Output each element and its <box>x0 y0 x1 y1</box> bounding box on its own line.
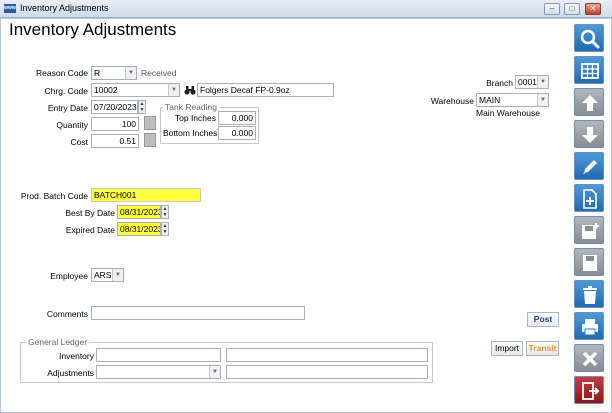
previous-record-button[interactable] <box>574 88 604 116</box>
prod-batch-code-label: Prod. Batch Code <box>20 191 88 201</box>
cancel-button[interactable] <box>574 344 604 372</box>
gl-inventory-description <box>226 348 428 362</box>
best-by-date-spinner[interactable]: ▲ ▼ <box>161 205 169 219</box>
print-icon <box>582 319 598 336</box>
page-title: Inventory Adjustments <box>9 20 177 39</box>
save-new-button[interactable] <box>574 216 604 244</box>
reason-code-description: Received <box>141 68 177 78</box>
transit-button[interactable]: Transit <box>526 341 559 356</box>
bottom-inches-input[interactable]: 0.000 <box>218 126 256 140</box>
print-button[interactable] <box>574 312 604 340</box>
reason-code-value: R <box>94 68 101 78</box>
chevron-down-icon[interactable]: ▼ <box>112 269 123 281</box>
quantity-input[interactable]: 100 <box>91 117 139 131</box>
comments-label: Comments <box>46 309 88 319</box>
arrow-down-icon <box>582 127 598 143</box>
warehouse-label: Warehouse <box>430 96 474 106</box>
new-record-button[interactable] <box>574 184 604 212</box>
tank-reading-label: Tank Reading <box>163 102 219 112</box>
expired-date-input[interactable]: 08/31/2023 <box>117 222 161 236</box>
chevron-down-icon[interactable]: ▼ <box>168 84 179 96</box>
best-by-date-label: Best By Date <box>65 208 115 218</box>
entry-date-label: Entry Date <box>47 103 88 113</box>
binoculars-icon[interactable] <box>184 84 196 96</box>
edit-button[interactable] <box>574 152 604 180</box>
search-icon <box>580 29 600 49</box>
employee-value: ARS <box>94 270 112 280</box>
grid-view-button[interactable] <box>574 56 604 84</box>
save-new-icon <box>582 223 599 239</box>
employee-label: Employee <box>50 271 88 281</box>
save-icon <box>583 255 597 271</box>
expired-date-label: Expired Date <box>65 225 115 235</box>
entry-date-spinner[interactable]: ▲ ▼ <box>138 100 146 114</box>
cancel-icon <box>582 351 598 367</box>
exit-icon <box>582 382 600 400</box>
app-logo-icon: www <box>4 4 16 13</box>
warehouse-description: Main Warehouse <box>476 108 540 118</box>
branch-label: Branch <box>486 78 513 88</box>
gl-adjustments-label: Adjustments <box>47 368 94 378</box>
gl-inventory-label: Inventory <box>59 351 94 361</box>
window-title: Inventory Adjustments <box>20 3 109 13</box>
expired-date-spinner[interactable]: ▲ ▼ <box>161 222 169 236</box>
grid-icon <box>581 63 599 79</box>
comments-input[interactable] <box>91 306 305 320</box>
chevron-down-icon[interactable]: ▼ <box>537 76 548 88</box>
minimize-button[interactable]: – <box>544 3 560 15</box>
import-button[interactable]: Import <box>491 341 523 356</box>
top-inches-label: Top Inches <box>174 113 216 123</box>
chrg-code-select[interactable]: 10002 <box>91 83 180 97</box>
gl-adjustments-account-select[interactable] <box>96 365 221 379</box>
delete-button[interactable] <box>574 280 604 308</box>
exit-button[interactable] <box>574 376 604 404</box>
best-by-date-input[interactable]: 08/31/2023 <box>117 205 161 219</box>
gl-adjustments-description <box>226 365 428 379</box>
cost-calculator-button[interactable] <box>144 133 156 147</box>
close-window-button[interactable]: ✕ <box>585 3 601 15</box>
gl-inventory-account-input[interactable] <box>96 348 221 362</box>
save-button[interactable] <box>574 248 604 276</box>
maximize-button[interactable]: □ <box>564 3 580 15</box>
search-button[interactable] <box>574 24 604 52</box>
chevron-down-icon[interactable]: ▼ <box>209 366 220 378</box>
post-button[interactable]: Post <box>527 312 559 327</box>
quantity-calculator-button[interactable] <box>144 116 156 130</box>
next-record-button[interactable] <box>574 120 604 148</box>
cost-label: Cost <box>70 137 88 147</box>
quantity-label: Quantity <box>56 120 88 130</box>
reason-code-label: Reason Code <box>36 68 88 78</box>
bottom-inches-label: Bottom Inches <box>163 128 218 138</box>
branch-value: 0001 <box>518 77 537 87</box>
arrow-up-icon <box>582 95 598 111</box>
new-document-icon <box>583 189 597 209</box>
warehouse-value: MAIN <box>479 95 501 105</box>
chrg-code-value: 10002 <box>94 85 118 95</box>
top-inches-input[interactable]: 0.000 <box>218 111 256 125</box>
chevron-down-icon[interactable]: ▼ <box>125 67 136 79</box>
chrg-code-label: Chrg. Code <box>44 86 88 96</box>
trash-icon <box>583 286 597 304</box>
entry-date-input[interactable]: 07/20/2023 <box>91 100 138 114</box>
pencil-icon <box>583 160 597 174</box>
chevron-down-icon[interactable]: ▼ <box>537 94 548 106</box>
chrg-code-description: Folgers Decaf FP-0.9oz <box>197 83 334 97</box>
general-ledger-label: General Ledger <box>26 337 90 347</box>
cost-input[interactable]: 0.51 <box>91 134 139 148</box>
prod-batch-code-input[interactable]: BATCH001 <box>91 188 201 202</box>
